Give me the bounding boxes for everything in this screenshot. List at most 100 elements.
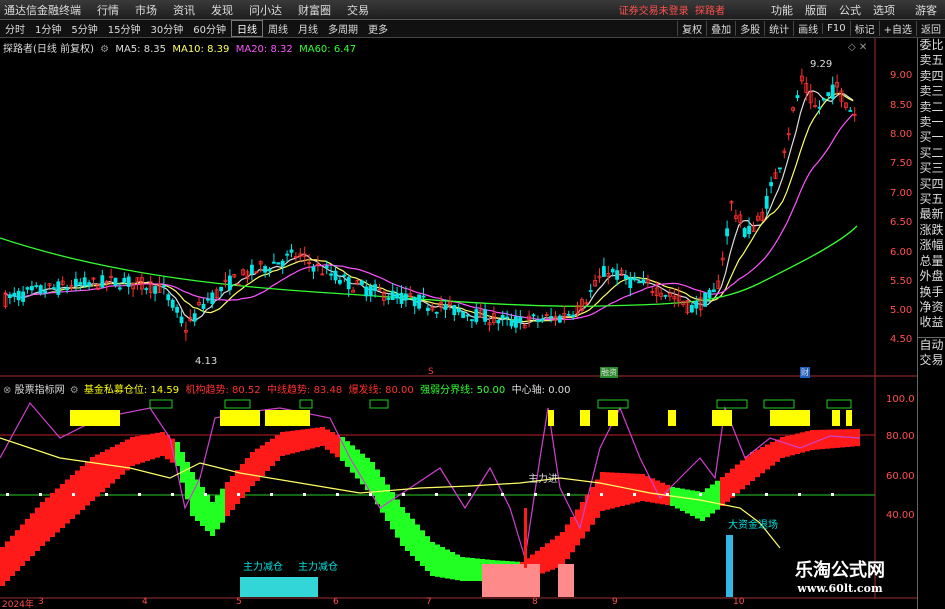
signal-block [608, 410, 618, 426]
period-tab-multi[interactable]: 多周期 [323, 21, 363, 36]
period-tab-daily[interactable]: 日线 [230, 20, 263, 37]
quote-panel-item[interactable]: 收益 [918, 315, 945, 330]
quote-panel-item[interactable]: 涨跌 [918, 223, 945, 238]
period-tab-more[interactable]: 更多 [363, 21, 393, 36]
toolbar-adjust-button[interactable]: 复权 [677, 21, 706, 36]
indicator-settings-icon[interactable]: ⚙ [70, 385, 79, 396]
candle-body [271, 261, 276, 264]
period-tab-monthly[interactable]: 月线 [293, 21, 323, 36]
ribbon-step [470, 558, 475, 581]
ribbon-step [370, 462, 375, 496]
event-marker-margin[interactable]: 融资 [600, 367, 618, 378]
quote-panel-item[interactable]: 买二 [918, 146, 945, 161]
menu-ask[interactable]: 问小达 [241, 2, 290, 18]
menu-function[interactable]: 功能 [765, 2, 799, 18]
ribbon-step [90, 457, 95, 501]
candle-body [333, 270, 338, 281]
period-tab-weekly[interactable]: 周线 [263, 21, 293, 36]
menu-trade[interactable]: 交易 [339, 2, 377, 18]
quote-panel-item[interactable]: 卖四 [918, 69, 945, 84]
quote-side-panel: 委比 卖五 卖四 卖三 卖二 卖一 买一 买二 买三 买四 买五 最新 涨跌 涨幅 总量 外盘 换手 净资 收益自动… [917, 38, 945, 609]
toolbar-stats-button[interactable]: 统计 [764, 21, 793, 36]
candle-body [337, 279, 342, 284]
quote-panel-item[interactable]: 卖二 [918, 100, 945, 115]
quote-panel-item[interactable]: 换手 [918, 285, 945, 300]
date-month: 8 [532, 597, 538, 607]
period-tab-60min[interactable]: 60分钟 [188, 21, 231, 36]
chart-area[interactable] [0, 38, 917, 609]
toolbar-mark-button[interactable]: 标记 [849, 21, 879, 36]
quote-panel-item[interactable]: 买四 [918, 177, 945, 192]
quote-panel-item[interactable]: 卖三 [918, 84, 945, 99]
chart-window-controls[interactable]: ◇ ✕ [848, 42, 867, 53]
toolbar-multistock-button[interactable]: 多股 [735, 21, 764, 36]
period-tab-5min[interactable]: 5分钟 [66, 21, 102, 36]
menu-layout[interactable]: 版面 [799, 2, 833, 18]
period-tab-timeshare[interactable]: 分时 [0, 21, 30, 36]
toolbar-draw-button[interactable]: 画线 [793, 21, 822, 36]
date-month: 4 [142, 597, 148, 607]
candle-body [571, 314, 575, 318]
ribbon-step [640, 474, 645, 501]
candle-body [536, 319, 540, 322]
candle-body [144, 288, 149, 291]
quote-panel-item[interactable]: 外盘 [918, 269, 945, 284]
menu-options[interactable]: 选项 [867, 2, 901, 18]
quote-panel-item[interactable]: 最新 [918, 207, 945, 222]
toolbar-back-button[interactable]: 返回 [916, 21, 945, 36]
event-marker-finance[interactable]: 财 [800, 367, 810, 378]
ribbon-step [475, 558, 480, 581]
period-tab-1min[interactable]: 1分钟 [30, 21, 66, 36]
guest-label[interactable]: 游客 [915, 2, 945, 18]
quote-panel-item[interactable]: 买三 [918, 161, 945, 176]
toolbar-overlay-button[interactable]: 叠加 [706, 21, 735, 36]
quote-panel-item[interactable]: 净资 [918, 300, 945, 315]
quote-panel-item[interactable]: 买一 [918, 130, 945, 145]
quote-panel-item[interactable]: 买五 [918, 192, 945, 207]
login-notice[interactable]: 证券交易未登录 探路者 [619, 2, 725, 17]
ribbon-step [405, 512, 410, 551]
ribbon-step [390, 492, 395, 530]
quote-panel-item[interactable]: 自动 [918, 336, 945, 353]
ribbon-step [675, 487, 680, 509]
menu-quotes[interactable]: 行情 [89, 2, 127, 18]
menu-wealth[interactable]: 财富圈 [290, 2, 339, 18]
quote-panel-item[interactable]: 交易 [918, 353, 945, 368]
ribbon-step [160, 432, 165, 456]
menu-market[interactable]: 市场 [127, 2, 165, 18]
ribbon-step [240, 464, 245, 498]
annotation-big-exit: 大资金退场 [728, 520, 778, 531]
indicator-title[interactable]: 股票指标网 [15, 385, 65, 396]
period-tab-30min[interactable]: 30分钟 [145, 21, 188, 36]
ribbon-step [760, 447, 765, 474]
period-tab-15min[interactable]: 15分钟 [103, 21, 146, 36]
candle-body [610, 268, 615, 273]
quote-panel-item[interactable]: 卖五 [918, 53, 945, 68]
candle-body [518, 316, 523, 323]
candle-body [624, 274, 628, 280]
settings-icon[interactable]: ⚙ [100, 44, 109, 55]
ribbon-step [320, 427, 325, 446]
event-marker-s[interactable]: S [428, 367, 434, 377]
price-tick: 6.50 [890, 217, 913, 228]
annotation-main-inflow: 主力进 [528, 474, 558, 485]
candle-body [285, 253, 290, 256]
ribbon-step [125, 439, 130, 471]
center-dot [138, 493, 141, 496]
toolbar-watchlist-button[interactable]: +自选 [878, 21, 916, 36]
menu-news[interactable]: 资讯 [165, 2, 203, 18]
quote-panel-item[interactable]: 总量 [918, 254, 945, 269]
indicator-close-icon[interactable]: ⊗ [3, 385, 11, 396]
candle-body [703, 292, 707, 307]
candle-body [412, 297, 417, 307]
ribbon-step [65, 479, 70, 524]
quote-panel-item[interactable]: 委比 [918, 38, 945, 53]
center-dot [567, 493, 570, 496]
quote-panel-item[interactable]: 卖一 [918, 115, 945, 130]
ribbon-step [415, 524, 420, 561]
toolbar-f10-button[interactable]: F10 [822, 23, 849, 34]
ribbon-step [155, 432, 160, 458]
menu-discover[interactable]: 发现 [203, 2, 241, 18]
quote-panel-item[interactable]: 涨幅 [918, 238, 945, 253]
menu-formula[interactable]: 公式 [833, 2, 867, 18]
